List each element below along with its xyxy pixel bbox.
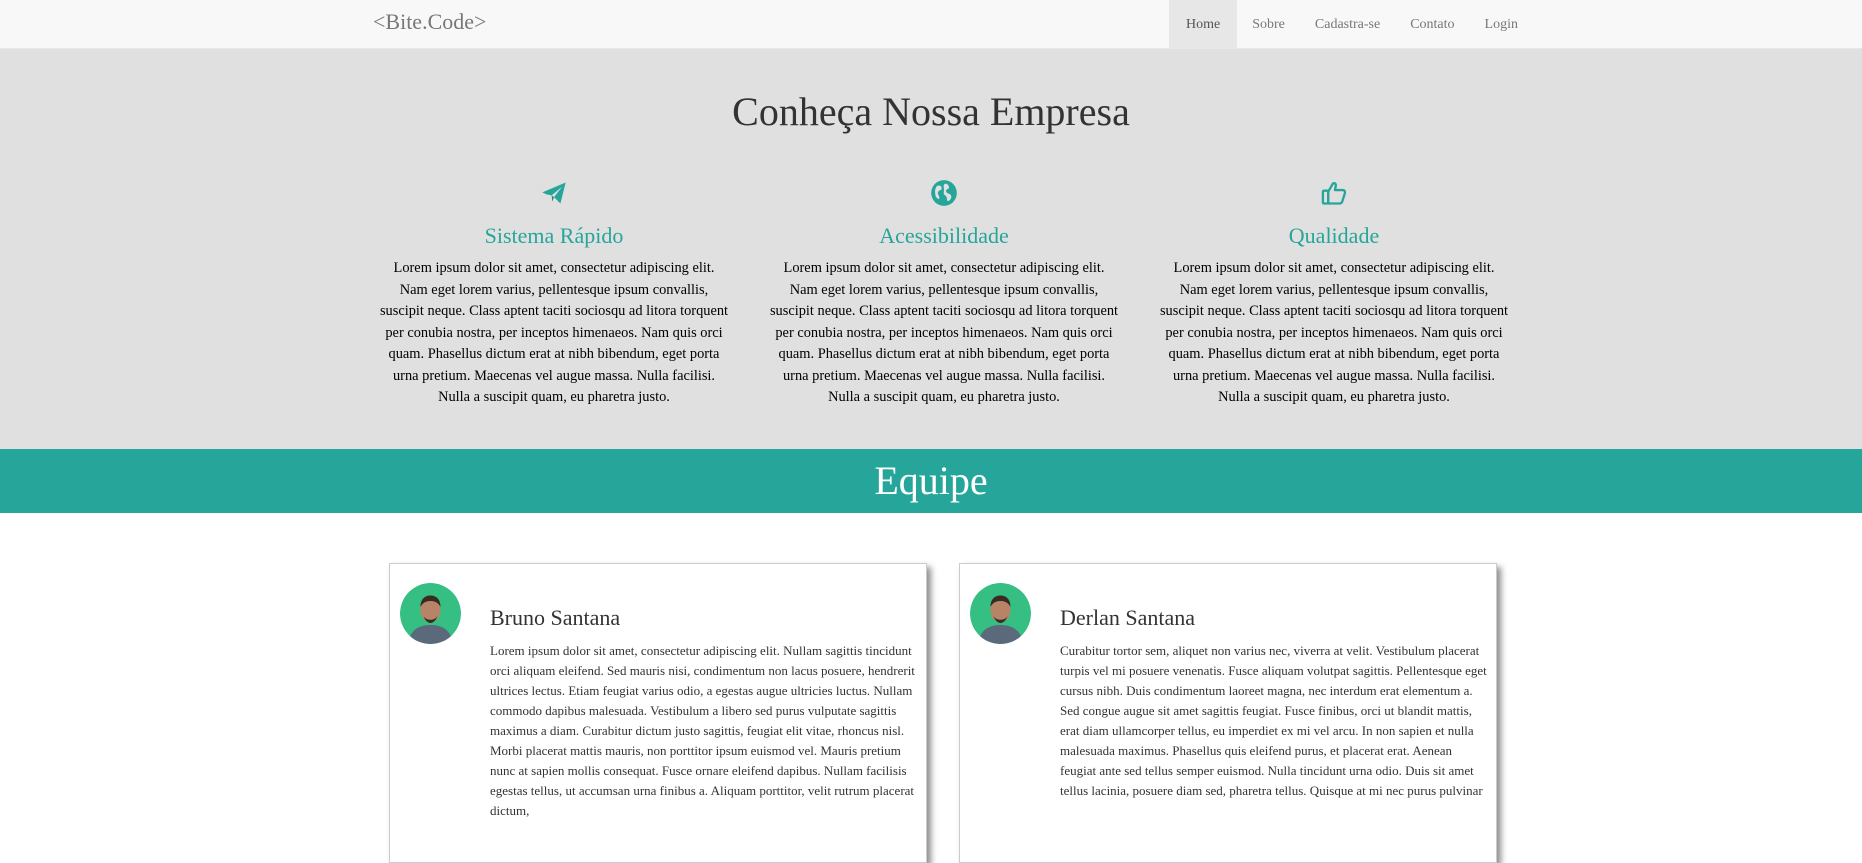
about-section: Conheça Nossa Empresa Sistema Rápido Lor… [0, 49, 1862, 449]
member-name: Bruno Santana [490, 605, 621, 630]
nav-menu: Home Sobre Cadastra-se Contato Login [1169, 0, 1533, 49]
team-card: Bruno Santana Lorem ipsum dolor sit amet… [389, 563, 927, 863]
avatar [970, 583, 1031, 644]
nav-item-sobre[interactable]: Sobre [1237, 0, 1300, 49]
paper-plane-icon [542, 182, 566, 204]
about-title: Conheça Nossa Empresa [732, 89, 1130, 134]
nav-item-cadastra-se[interactable]: Cadastra-se [1300, 0, 1395, 49]
navbar: <Bite.Code> Home Sobre Cadastra-se Conta… [0, 0, 1862, 49]
feature-title: Qualidade [1288, 223, 1380, 248]
feature-acessibilidade: Acessibilidade Lorem ipsum dolor sit ame… [764, 179, 1124, 409]
feature-text: Lorem ipsum dolor sit amet, consectetur … [1159, 260, 1509, 405]
feature-text: Lorem ipsum dolor sit amet, consectetur … [379, 260, 729, 405]
nav-item-home[interactable]: Home [1169, 0, 1238, 49]
feature-text: Lorem ipsum dolor sit amet, consectetur … [769, 260, 1119, 405]
feature-qualidade: Qualidade Lorem ipsum dolor sit amet, co… [1154, 179, 1514, 409]
feature-title: Acessibilidade [879, 223, 1009, 248]
feature-title: Sistema Rápido [484, 223, 624, 248]
member-bio: Lorem ipsum dolor sit amet, consectetur … [490, 643, 915, 818]
avatar [400, 583, 461, 644]
feature-sistema-rapido: Sistema Rápido Lorem ipsum dolor sit ame… [374, 179, 734, 409]
member-bio: Curabitur tortor sem, aliquet non varius… [1060, 643, 1487, 798]
brand-logo[interactable]: <Bite.Code> [373, 9, 486, 35]
nav-item-login[interactable]: Login [1470, 0, 1533, 49]
nav-item-contato[interactable]: Contato [1395, 0, 1469, 49]
globe-icon [931, 180, 957, 206]
thumbs-up-icon [1321, 182, 1347, 205]
team-card: Derlan Santana Curabitur tortor sem, ali… [959, 563, 1497, 863]
team-banner: Equipe [0, 449, 1862, 513]
member-name: Derlan Santana [1060, 605, 1195, 630]
